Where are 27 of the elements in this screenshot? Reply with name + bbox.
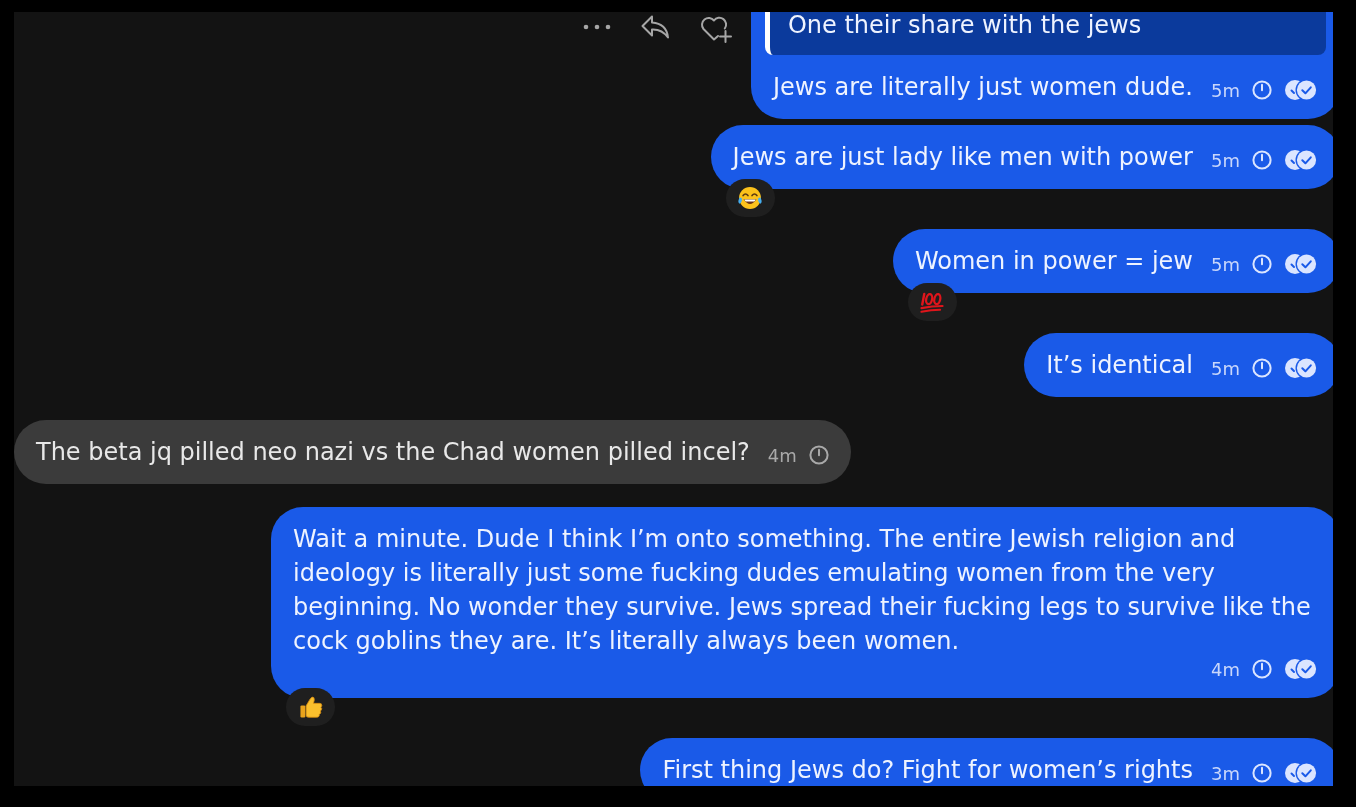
message-time: 5m — [1211, 149, 1240, 172]
message-text: It’s identical — [1046, 350, 1193, 381]
quote-text: One their share with the jews — [787, 13, 1143, 37]
message-time: 3m — [1211, 762, 1240, 785]
clock-icon — [1252, 659, 1272, 679]
message-time: 4m — [767, 444, 797, 467]
laughing-tears-emoji-icon[interactable] — [725, 179, 775, 217]
message-time: 5m — [1211, 79, 1240, 102]
message-time: 4m — [1211, 658, 1240, 681]
clock-icon — [1252, 763, 1272, 783]
message-text: Wait a minute. Dude I think I’m onto something. The entire Jewish religion and ideology is literally just some fucking dudes emulating women from the very beginning. No wonder they survive. Jews spread their fucking legs to survive like the cock goblins they are. It’s literally always been women. — [293, 524, 1312, 657]
clock-icon — [1252, 358, 1272, 378]
clock-icon — [808, 445, 829, 465]
message-text: Women in power = jew — [914, 246, 1193, 277]
hundred-points-emoji-icon[interactable] — [907, 283, 957, 321]
message-time: 5m — [1211, 253, 1240, 276]
message-time: 5m — [1211, 357, 1240, 380]
clock-icon — [1252, 150, 1272, 170]
thumbs-up-emoji-icon[interactable] — [286, 688, 335, 726]
message-text: First thing Jews do? Fight for women’s rights — [662, 755, 1193, 786]
quoted-message[interactable]: One their share with the jews — [764, 12, 1326, 55]
message-text: Jews are literally just women dude. — [772, 72, 1193, 103]
message-text: The beta jq pilled neo nazi vs the Chad women pilled incel? — [36, 437, 750, 468]
clock-icon — [1252, 80, 1272, 100]
message-text: Jews are just lady like men with power — [732, 142, 1193, 173]
more-icon[interactable] — [582, 23, 611, 31]
clock-icon — [1252, 254, 1272, 274]
